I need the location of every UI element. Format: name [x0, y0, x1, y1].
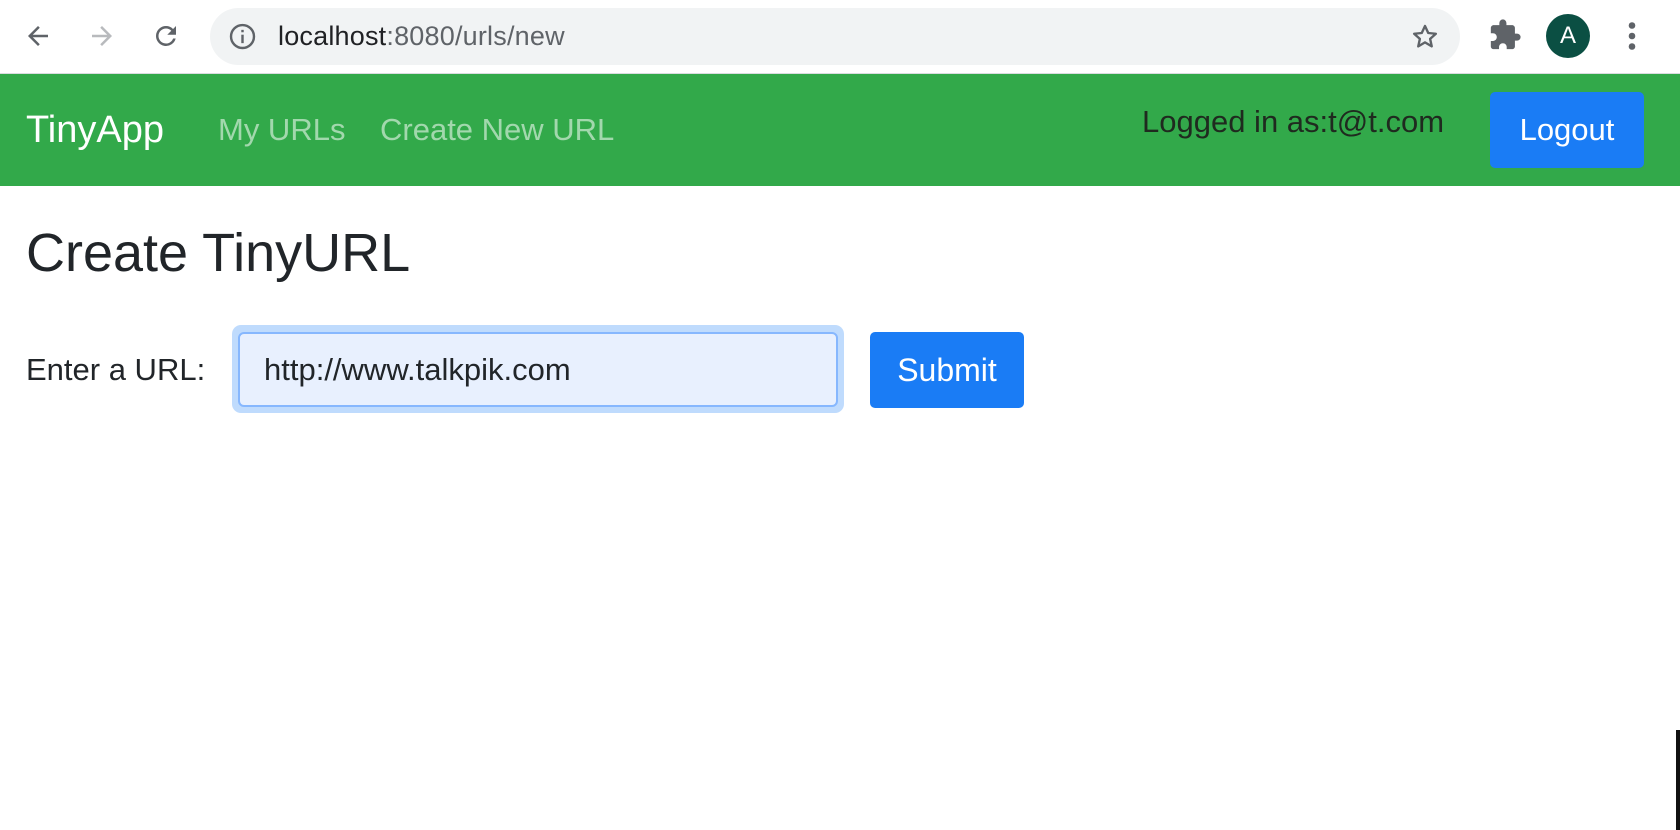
url-path: :8080/urls/new [386, 21, 565, 51]
address-url[interactable]: localhost:8080/urls/new [278, 8, 565, 65]
reload-icon [156, 26, 176, 46]
info-icon[interactable] [228, 22, 257, 51]
forward-button[interactable] [80, 14, 124, 58]
nav-link-my-urls[interactable]: My URLs [218, 74, 345, 186]
nav-link-create-new-url[interactable]: Create New URL [380, 74, 614, 186]
arrow-right-icon [92, 26, 112, 46]
url-host: localhost [278, 21, 387, 51]
arrow-left-icon [28, 26, 48, 46]
puzzle-piece-icon[interactable] [1488, 18, 1522, 52]
browser-toolbar: localhost:8080/urls/new A [0, 0, 1680, 74]
site-navbar: TinyApp My URLs Create New URL Logged in… [0, 74, 1680, 186]
back-button[interactable] [16, 14, 60, 58]
url-field-label: Enter a URL: [26, 352, 206, 387]
profile-avatar[interactable]: A [1546, 14, 1590, 58]
reload-button[interactable] [144, 14, 188, 58]
submit-button[interactable]: Submit [870, 332, 1024, 408]
url-input[interactable] [238, 332, 838, 407]
logout-button[interactable]: Logout [1490, 92, 1644, 168]
star-icon[interactable] [1410, 22, 1440, 52]
address-bar[interactable]: localhost:8080/urls/new [210, 8, 1460, 65]
page-title: Create TinyURL [26, 223, 411, 283]
browser-window: localhost:8080/urls/new A TinyApp My URL… [0, 0, 1680, 830]
window-edge [1676, 730, 1680, 830]
logged-in-status: Logged in as:t@t.com [1142, 104, 1445, 139]
brand-logo[interactable]: TinyApp [26, 74, 164, 186]
three-dots-vertical-icon[interactable] [1620, 18, 1644, 54]
